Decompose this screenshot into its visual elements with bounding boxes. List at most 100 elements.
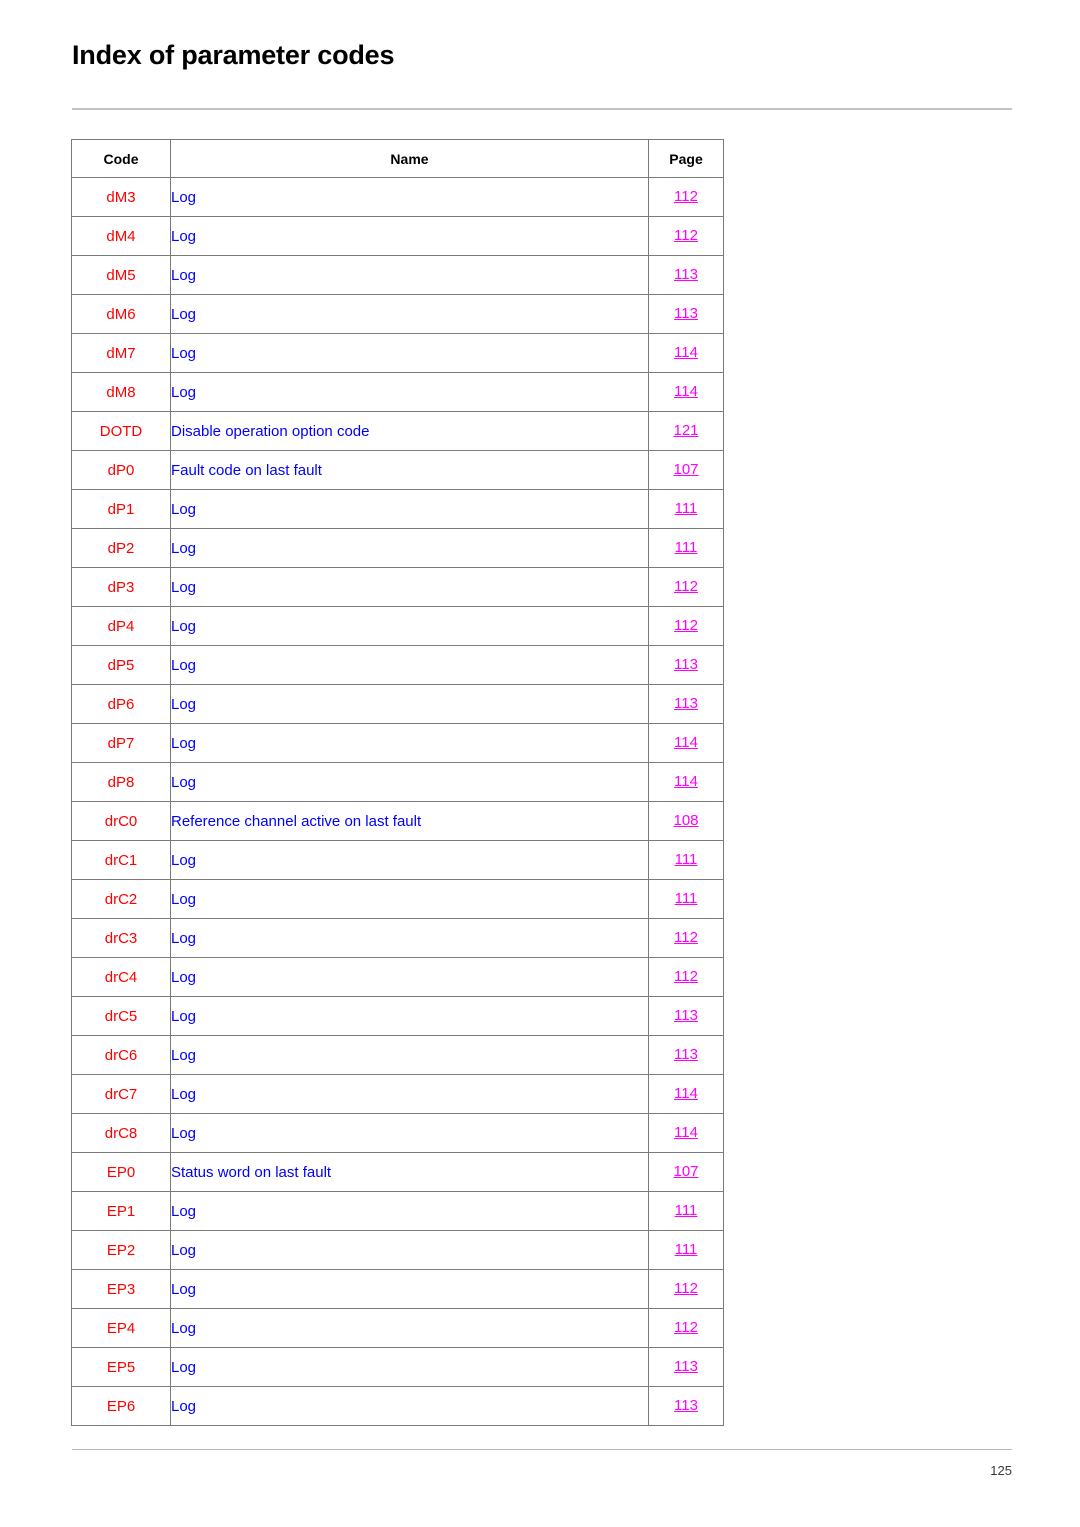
- page-reference-link[interactable]: 121: [673, 422, 698, 439]
- parameter-name-cell: Log: [170, 1308, 649, 1348]
- page-reference-link[interactable]: 113: [674, 1046, 698, 1063]
- parameter-page-cell: 112: [648, 606, 724, 646]
- parameter-page-cell: 111: [648, 1191, 724, 1231]
- parameter-page-cell: 113: [648, 1386, 724, 1426]
- table-row: dM4 Log 112: [71, 216, 724, 256]
- parameter-code-cell: drC6: [71, 1035, 171, 1075]
- parameter-name-cell: Disable operation option code: [170, 411, 649, 451]
- parameter-page-cell: 113: [648, 645, 724, 685]
- table-row: drC2 Log 111: [71, 879, 724, 919]
- parameter-page-cell: 111: [648, 840, 724, 880]
- parameter-page-cell: 111: [648, 879, 724, 919]
- table-row: drC3 Log 112: [71, 918, 724, 958]
- parameter-page-cell: 113: [648, 1347, 724, 1387]
- header-divider: [72, 108, 1012, 110]
- page-reference-link[interactable]: 114: [674, 734, 698, 751]
- page-reference-link[interactable]: 114: [674, 383, 698, 400]
- page-reference-link[interactable]: 114: [674, 773, 698, 790]
- page-reference-link[interactable]: 107: [673, 1163, 698, 1180]
- page-reference-link[interactable]: 113: [674, 1358, 698, 1375]
- parameter-name-cell: Log: [170, 567, 649, 607]
- page-reference-link[interactable]: 111: [675, 1241, 698, 1258]
- parameter-code-cell: dM6: [71, 294, 171, 334]
- parameter-page-cell: 108: [648, 801, 724, 841]
- parameter-code-cell: dP4: [71, 606, 171, 646]
- parameter-code-cell: drC7: [71, 1074, 171, 1114]
- parameter-code-cell: dP2: [71, 528, 171, 568]
- page-reference-link[interactable]: 111: [675, 500, 698, 517]
- table-row: drC6 Log 113: [71, 1035, 724, 1075]
- parameter-name-cell: Log: [170, 606, 649, 646]
- parameter-page-cell: 114: [648, 333, 724, 373]
- parameter-code-cell: drC5: [71, 996, 171, 1036]
- page-reference-link[interactable]: 112: [674, 617, 698, 634]
- table-row: dP0 Fault code on last fault 107: [71, 450, 724, 490]
- parameter-page-cell: 114: [648, 372, 724, 412]
- parameter-code-cell: EP6: [71, 1386, 171, 1426]
- page-reference-link[interactable]: 112: [674, 1319, 698, 1336]
- parameter-page-cell: 112: [648, 957, 724, 997]
- parameter-page-cell: 107: [648, 450, 724, 490]
- parameter-name-cell: Log: [170, 1074, 649, 1114]
- page-reference-link[interactable]: 113: [674, 305, 698, 322]
- page-reference-link[interactable]: 108: [673, 812, 698, 829]
- table-row: EP4 Log 112: [71, 1308, 724, 1348]
- column-header-code: Code: [71, 139, 171, 178]
- parameter-page-cell: 121: [648, 411, 724, 451]
- page-reference-link[interactable]: 112: [674, 929, 698, 946]
- parameter-code-cell: dP5: [71, 645, 171, 685]
- page-reference-link[interactable]: 112: [674, 968, 698, 985]
- table-row: DOTD Disable operation option code 121: [71, 411, 724, 451]
- parameter-name-cell: Log: [170, 996, 649, 1036]
- page-reference-link[interactable]: 114: [674, 1124, 698, 1141]
- page-reference-link[interactable]: 113: [674, 695, 698, 712]
- table-row: dP2 Log 111: [71, 528, 724, 568]
- page-reference-link[interactable]: 111: [675, 851, 698, 868]
- table-row: EP3 Log 112: [71, 1269, 724, 1309]
- parameter-name-cell: Log: [170, 1191, 649, 1231]
- table-row: drC8 Log 114: [71, 1113, 724, 1153]
- table-row: dM5 Log 113: [71, 255, 724, 295]
- column-header-name: Name: [170, 139, 649, 178]
- table-row: drC5 Log 113: [71, 996, 724, 1036]
- page-reference-link[interactable]: 112: [674, 227, 698, 244]
- page-reference-link[interactable]: 113: [674, 1007, 698, 1024]
- parameter-name-cell: Log: [170, 957, 649, 997]
- parameter-name-cell: Log: [170, 1230, 649, 1270]
- parameter-page-cell: 111: [648, 1230, 724, 1270]
- table-header-row: Code Name Page: [71, 139, 724, 178]
- parameter-name-cell: Log: [170, 216, 649, 256]
- page-reference-link[interactable]: 112: [674, 578, 698, 595]
- table-row: drC1 Log 111: [71, 840, 724, 880]
- parameter-name-cell: Log: [170, 918, 649, 958]
- page-reference-link[interactable]: 107: [673, 461, 698, 478]
- page-reference-link[interactable]: 112: [674, 1280, 698, 1297]
- page-reference-link[interactable]: 113: [674, 656, 698, 673]
- parameter-name-cell: Log: [170, 1113, 649, 1153]
- parameter-name-cell: Log: [170, 840, 649, 880]
- parameter-name-cell: Log: [170, 372, 649, 412]
- table-body: dM3 Log 112 dM4 Log 112 dM5 Log 113 dM6 Log 113 dM7 L…: [71, 177, 724, 1426]
- page-reference-link[interactable]: 111: [675, 890, 698, 907]
- page-title: Index of parameter codes: [72, 40, 395, 70]
- footer-divider: [72, 1449, 1012, 1450]
- parameter-code-cell: drC4: [71, 957, 171, 997]
- page-reference-link[interactable]: 113: [674, 1397, 698, 1414]
- parameter-name-cell: Log: [170, 177, 649, 217]
- parameter-page-cell: 113: [648, 255, 724, 295]
- page-reference-link[interactable]: 114: [674, 344, 698, 361]
- parameter-code-cell: dM8: [71, 372, 171, 412]
- page-reference-link[interactable]: 113: [674, 266, 698, 283]
- page-reference-link[interactable]: 112: [674, 188, 698, 205]
- parameter-name-cell: Log: [170, 1386, 649, 1426]
- page-reference-link[interactable]: 111: [675, 539, 698, 556]
- parameter-code-cell: dP1: [71, 489, 171, 529]
- parameter-code-cell: dM4: [71, 216, 171, 256]
- page-reference-link[interactable]: 114: [674, 1085, 698, 1102]
- page-reference-link[interactable]: 111: [675, 1202, 698, 1219]
- parameter-page-cell: 113: [648, 684, 724, 724]
- parameter-page-cell: 107: [648, 1152, 724, 1192]
- table-row: drC4 Log 112: [71, 957, 724, 997]
- parameter-code-cell: dP0: [71, 450, 171, 490]
- parameter-page-cell: 113: [648, 294, 724, 334]
